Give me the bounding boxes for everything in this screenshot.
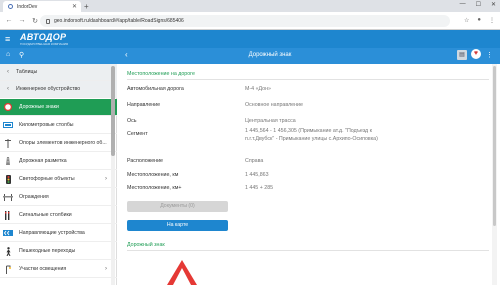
sidebar-item-label: Дорожные знаки: [19, 104, 59, 110]
sidebar-item-label: Дорожная разметка: [19, 158, 67, 164]
field-value-segment: 1 445,564 - 1 456,305 (Примыкание ат.д. …: [245, 128, 378, 142]
pedestrian-icon: [3, 246, 13, 256]
sidebar-item-label: Опоры элементов инженерного об...: [19, 140, 107, 146]
page-title: Дорожный знак: [248, 52, 292, 58]
on-map-button[interactable]: На карте: [127, 220, 228, 231]
sidebar-item-crossings[interactable]: Пешеходные переходы: [0, 243, 117, 260]
globe-icon: [8, 4, 13, 9]
field-value-location-kmplus: 1 445 + 285: [245, 185, 274, 191]
field-value-axis: Центральная трасса: [245, 118, 296, 124]
maximize-icon[interactable]: ☐: [476, 1, 481, 8]
field-value-location-km: 1 445,863: [245, 172, 269, 178]
field-label-segment: Сегмент: [127, 131, 148, 137]
chevron-right-icon: ›: [105, 266, 107, 272]
browser-tab[interactable]: IndorDev ✕: [3, 1, 81, 12]
main-panel: Местоположение на дороге Автомобильная д…: [117, 64, 500, 285]
sidebar-item-label: Светофорные объекты: [19, 176, 75, 182]
sidebar-item-lighting[interactable]: Участки освещения ›: [0, 261, 117, 278]
tab-close-icon[interactable]: ✕: [72, 3, 77, 10]
sidebar-item-signal-posts[interactable]: Сигнальные столбики: [0, 207, 117, 224]
url-text: geo.indorsoft.ru/dashboard/#/app/table/R…: [54, 18, 184, 24]
sidebar-item-label: Ограждения: [19, 194, 49, 200]
sidebar: ‹ Таблицы ‹ Инженерное обустройство Доро…: [0, 64, 117, 285]
sidebar-scrollbar[interactable]: [111, 66, 115, 285]
section-location-title: Местоположение на дороге: [127, 71, 195, 77]
sidebar-item-guide-devices[interactable]: Направляющие устройства: [0, 225, 117, 242]
field-value-side: Справа: [245, 158, 264, 164]
sidebar-item-supports[interactable]: Опоры элементов инженерного об...: [0, 135, 117, 152]
profile-icon[interactable]: ●: [477, 17, 481, 24]
chevron-right-icon: ›: [105, 176, 107, 182]
sidebar-item-label: Инженерное обустройство: [16, 86, 81, 92]
section-sign-title: Дорожный знак: [127, 242, 165, 248]
guide-device-icon: [3, 229, 13, 237]
road-sign-warning-icon: [167, 260, 197, 285]
favorite-heart-icon[interactable]: ♥: [471, 49, 481, 59]
sidebar-item-km-posts[interactable]: Километровые столбы: [0, 117, 117, 134]
road-sign-icon: [3, 103, 13, 111]
sidebar-item-markings[interactable]: Дорожная разметка: [0, 153, 117, 170]
chevron-left-icon: ‹: [7, 86, 9, 92]
close-window-icon[interactable]: ✕: [491, 1, 496, 8]
browser-tab-bar: IndorDev ✕ + — ☐ ✕: [0, 0, 500, 12]
fence-icon: [3, 193, 13, 201]
sidebar-item-engineering[interactable]: ‹ Инженерное обустройство: [0, 81, 117, 98]
field-value-direction: Основное направление: [245, 102, 303, 108]
browser-tab-title: IndorDev: [17, 3, 38, 10]
back-arrow-icon[interactable]: ←: [5, 17, 13, 24]
chevron-left-icon: ‹: [7, 69, 9, 75]
field-label-road: Автомобильная дорога: [127, 86, 184, 92]
main-scroll-thumb[interactable]: [493, 66, 496, 226]
app-header: ≡ АВТОДОР ГОСУДАРСТВЕННАЯ КОМПАНИЯ: [0, 30, 500, 48]
field-label-location-km: Местоположение, км: [127, 172, 179, 178]
road-marking-icon: [3, 157, 13, 165]
autodor-logo[interactable]: АВТОДОР ГОСУДАРСТВЕННАЯ КОМПАНИЯ: [20, 31, 69, 46]
url-field[interactable]: geo.indorsoft.ru/dashboard/#/app/table/R…: [40, 15, 450, 27]
toolbar: ⌂ ⚲ ‹ Дорожный знак ▤ ♥ ⋮: [0, 48, 500, 64]
field-label-location-kmplus: Местоположение, км+: [127, 185, 182, 191]
logo-subtitle: ГОСУДАРСТВЕННАЯ КОМПАНИЯ: [20, 41, 69, 46]
menu-dots-icon[interactable]: ⋮: [489, 17, 495, 24]
field-label-direction: Направление: [127, 102, 161, 108]
sidebar-item-label: Пешеходные переходы: [19, 248, 76, 254]
sidebar-item-label: Сигнальные столбики: [19, 212, 72, 218]
main-scrollbar[interactable]: [492, 64, 497, 285]
logo-text: АВТОДОР: [20, 31, 67, 42]
star-icon[interactable]: ☆: [464, 17, 469, 24]
browser-address-bar: ← → ↻ geo.indorsoft.ru/dashboard/#/app/t…: [0, 12, 500, 30]
lock-icon: [46, 18, 50, 24]
field-value-road: М-4 «Дон»: [245, 86, 272, 92]
field-label-axis: Ось: [127, 118, 137, 124]
browser-actions: ☆ ● ⋮: [464, 17, 495, 24]
sidebar-item-tables[interactable]: ‹ Таблицы: [0, 64, 117, 81]
street-light-icon: [3, 265, 13, 274]
minimize-icon[interactable]: —: [460, 1, 466, 8]
reload-icon[interactable]: ↻: [31, 17, 39, 25]
documents-button[interactable]: Документы (0): [127, 201, 228, 212]
signal-post-icon: [3, 210, 13, 220]
support-pole-icon: [3, 138, 13, 148]
forward-arrow-icon[interactable]: →: [18, 17, 26, 24]
sidebar-scroll-thumb[interactable]: [111, 66, 115, 156]
sidebar-item-fences[interactable]: Ограждения: [0, 189, 117, 206]
sidebar-item-label: Километровые столбы: [19, 122, 74, 128]
sidebar-item-traffic-lights[interactable]: Светофорные объекты ›: [0, 171, 117, 188]
traffic-light-icon: [3, 174, 13, 184]
hamburger-menu-icon[interactable]: ≡: [5, 34, 17, 44]
sidebar-item-label: Участки освещения: [19, 266, 67, 272]
divider: [127, 79, 489, 80]
print-icon[interactable]: ▤: [457, 50, 467, 60]
field-label-side: Расположение: [127, 158, 164, 164]
divider: [127, 250, 489, 251]
sidebar-item-label: Таблицы: [16, 69, 38, 75]
window-controls: — ☐ ✕: [460, 1, 496, 8]
sidebar-item-road-signs[interactable]: Дорожные знаки: [0, 99, 117, 116]
new-tab-icon[interactable]: +: [84, 2, 89, 11]
sidebar-item-label: Направляющие устройства: [19, 230, 85, 236]
more-vertical-icon[interactable]: ⋮: [486, 51, 493, 59]
km-post-icon: [3, 121, 13, 129]
